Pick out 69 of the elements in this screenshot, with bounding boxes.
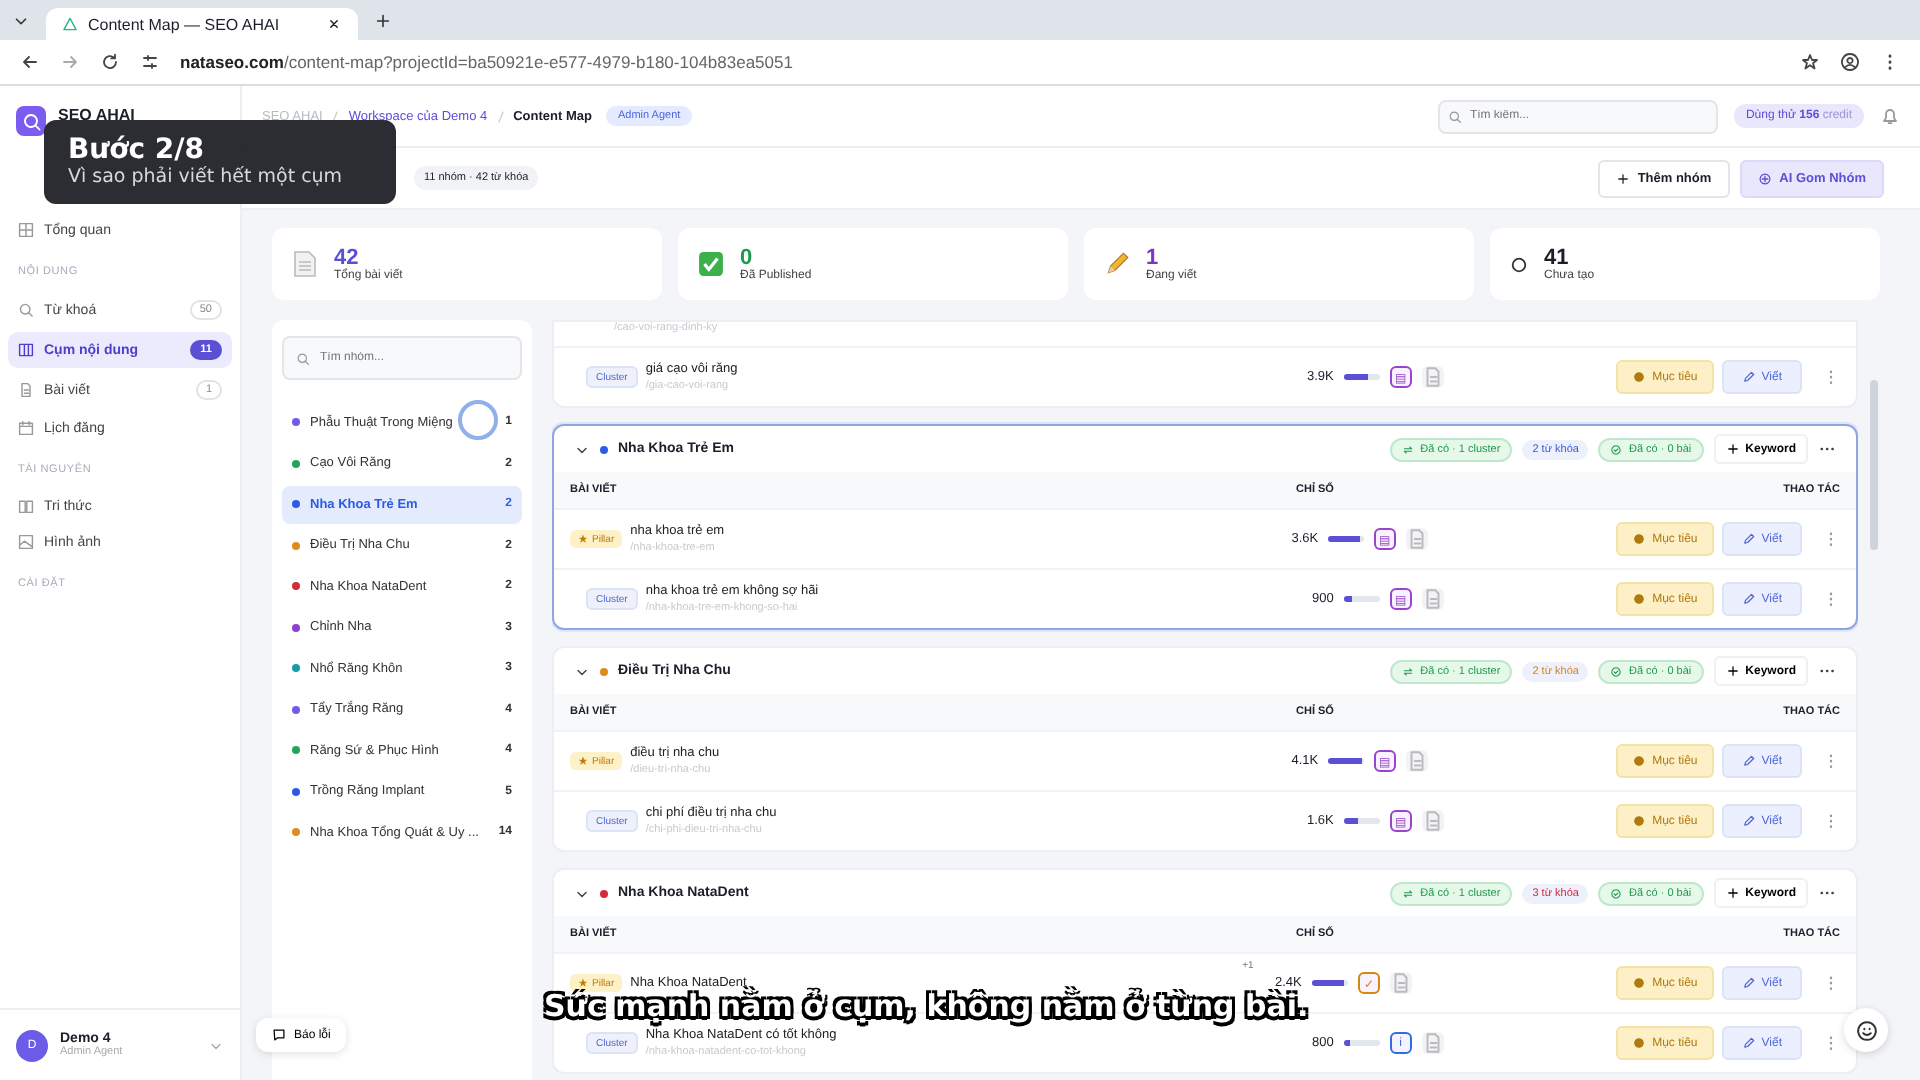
tour-step-title: Bước 2/8	[68, 135, 207, 166]
pencil-icon	[1741, 532, 1756, 546]
triangle-logo-icon	[62, 16, 78, 32]
address-field[interactable]: nataseo.com/content-map?projectId=ba50921e-e577-4979-b180-104b83ea5051	[180, 52, 1780, 72]
pencil-icon	[1104, 250, 1130, 278]
document-icon[interactable]	[1406, 528, 1429, 550]
target-icon	[1632, 976, 1647, 990]
profile-icon[interactable]	[1840, 52, 1860, 72]
site-settings-icon[interactable]	[140, 52, 160, 72]
plus-icon	[1725, 442, 1740, 456]
slash-separator-icon	[493, 109, 508, 123]
star-icon	[578, 756, 588, 766]
star-icon	[578, 978, 588, 988]
stat-value: 42	[334, 247, 359, 269]
close-icon[interactable]	[325, 16, 342, 32]
target-icon	[1632, 592, 1647, 606]
swap-icon	[1402, 443, 1415, 455]
target-icon	[1632, 754, 1647, 768]
click-ring-overlay	[458, 400, 498, 440]
target-icon	[1632, 814, 1647, 828]
back-icon[interactable]	[20, 52, 40, 72]
pencil-icon	[1741, 592, 1756, 606]
message-icon	[272, 1028, 286, 1042]
brand-name: SEO AHAI	[58, 106, 135, 124]
target-icon	[1632, 370, 1647, 384]
calendar-icon	[18, 420, 34, 436]
swap-icon	[1402, 887, 1415, 899]
document-icon[interactable]	[1421, 1032, 1444, 1054]
reload-icon[interactable]	[100, 52, 120, 72]
forward-icon[interactable]	[60, 52, 80, 72]
document-icon[interactable]	[1421, 810, 1444, 832]
document-icon[interactable]	[1421, 366, 1444, 388]
document-icon	[292, 250, 318, 278]
video-caption: Sức mạnh nằm ở cụm, không nằm ở từng bài.	[544, 990, 1309, 1022]
target-icon	[1632, 1036, 1647, 1050]
pencil-icon	[1741, 754, 1756, 768]
document-icon[interactable]	[1421, 588, 1444, 610]
slash-separator-icon	[328, 109, 343, 123]
plus-icon[interactable]	[373, 11, 392, 29]
document-icon[interactable]	[1389, 972, 1412, 994]
stat-value: 41	[1544, 247, 1571, 269]
scrollbar-thumb[interactable]	[1870, 380, 1878, 550]
checkbox-icon	[698, 250, 724, 278]
image-icon	[18, 534, 34, 550]
doc-icon	[18, 382, 34, 398]
columns-icon	[18, 342, 34, 358]
pencil-icon	[1741, 976, 1756, 990]
swap-icon	[1402, 665, 1415, 677]
plus-icon	[1615, 171, 1630, 185]
pencil-icon	[1741, 370, 1756, 384]
plus-icon	[1725, 886, 1740, 900]
circle-icon	[1510, 255, 1528, 273]
pencil-icon	[1741, 814, 1756, 828]
search-logo-icon	[16, 106, 46, 136]
browser-tab[interactable]: Content Map — SEO AHAI	[46, 8, 358, 40]
book-icon	[18, 498, 34, 514]
grid-icon	[18, 222, 34, 238]
search-icon	[18, 302, 34, 318]
star-icon[interactable]	[1800, 52, 1820, 72]
plus-icon	[1725, 664, 1740, 678]
bell-icon[interactable]	[1880, 106, 1900, 126]
stat-value: 0	[740, 247, 755, 269]
tour-step-text: Vì sao phải viết hết một cụm	[68, 166, 345, 189]
target-icon	[1632, 532, 1647, 546]
star-icon	[578, 534, 588, 544]
document-icon[interactable]	[1406, 750, 1429, 772]
pencil-icon	[1741, 1036, 1756, 1050]
stat-value: 1	[1146, 247, 1161, 269]
smile-icon	[1855, 1019, 1877, 1041]
